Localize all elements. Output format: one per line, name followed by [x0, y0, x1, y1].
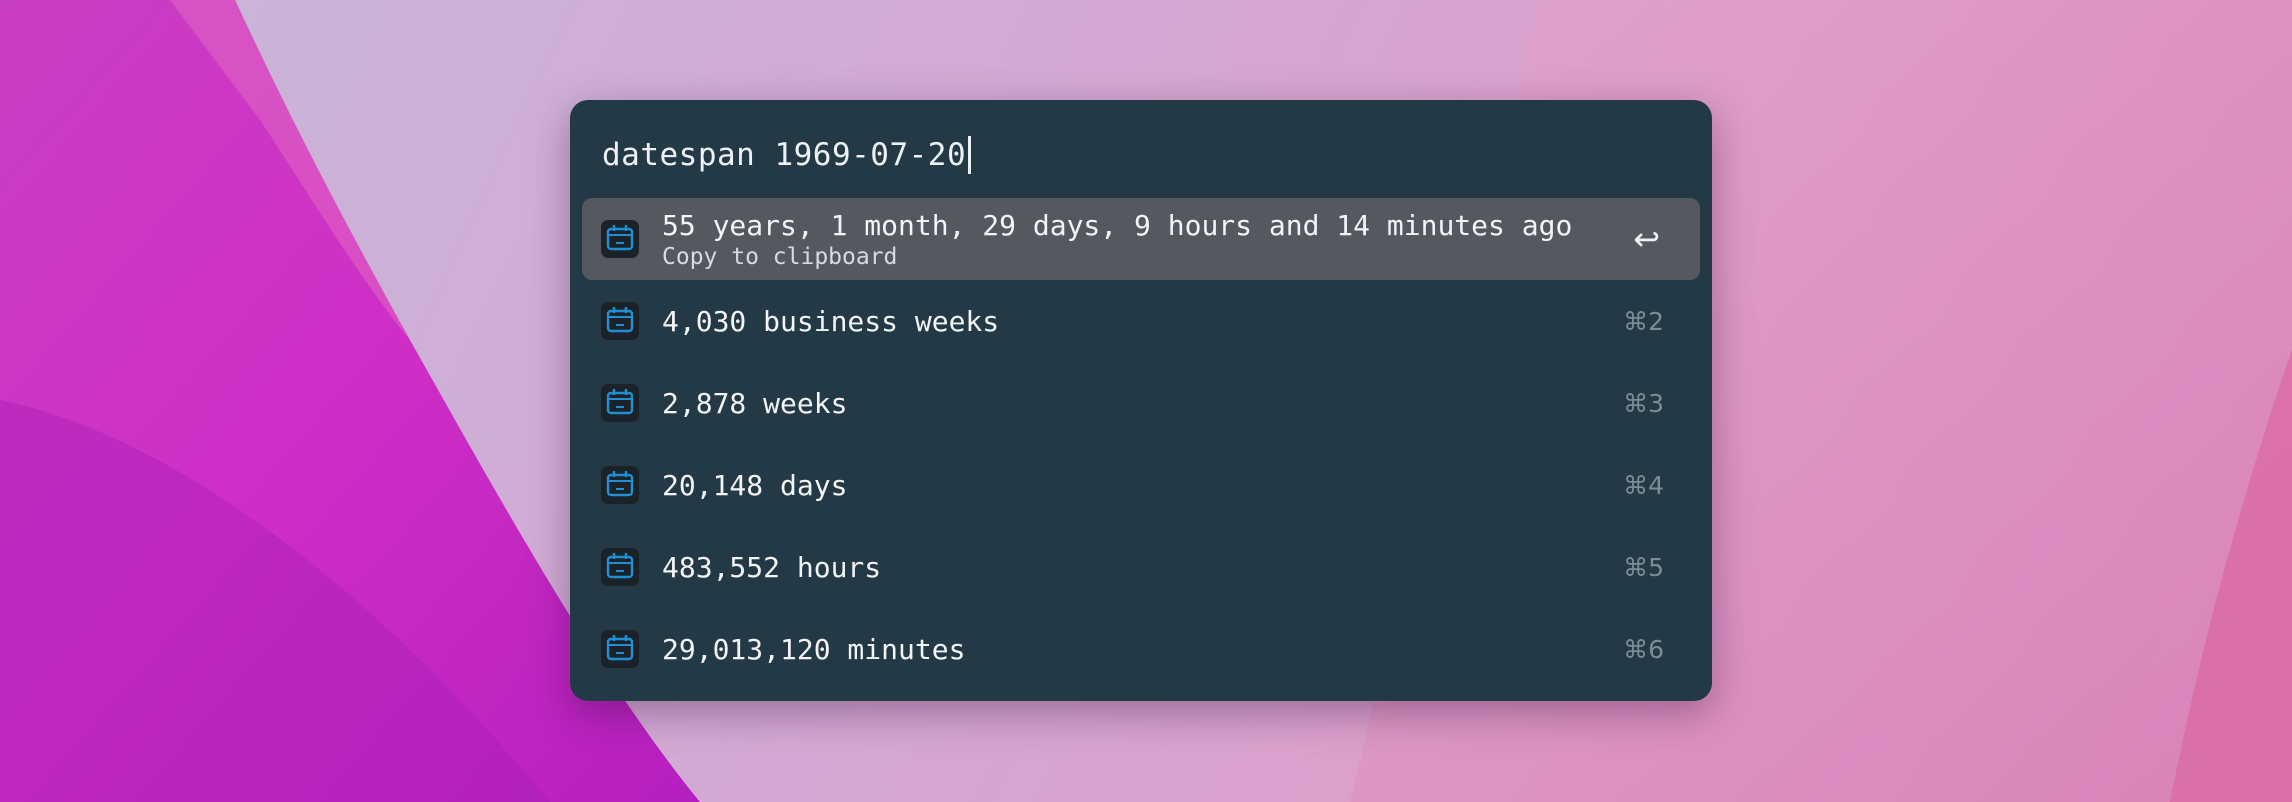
result-subtitle: Copy to clipboard — [662, 243, 898, 270]
result-title: 483,552 hours — [662, 550, 882, 584]
calendar-icon — [601, 302, 639, 340]
shortcut-hint: ⌘3 — [1623, 388, 1664, 418]
calendar-icon — [601, 548, 639, 586]
result-row[interactable]: 4,030 business weeks ⌘2 — [582, 280, 1700, 362]
calendar-icon — [601, 466, 639, 504]
calendar-icon — [601, 220, 639, 258]
result-title: 2,878 weeks — [662, 386, 848, 420]
shortcut-hint: ⌘2 — [1623, 306, 1664, 336]
result-row[interactable]: 55 years, 1 month, 29 days, 9 hours and … — [582, 198, 1700, 280]
calendar-icon — [601, 384, 639, 422]
calendar-icon — [601, 630, 639, 668]
shortcut-hint: ⌘5 — [1623, 552, 1664, 582]
result-row[interactable]: 20,148 days ⌘4 — [582, 444, 1700, 526]
result-row[interactable]: 2,878 weeks ⌘3 — [582, 362, 1700, 444]
text-caret — [968, 136, 972, 174]
launcher-panel: datespan 1969-07-20 55 years, 1 month, 2… — [570, 100, 1712, 701]
query-text: datespan 1969-07-20 — [602, 137, 967, 173]
result-title: 4,030 business weeks — [662, 304, 1000, 338]
result-row[interactable]: 29,013,120 minutes ⌘6 — [582, 608, 1700, 690]
enter-key-hint: ↩ — [1633, 220, 1660, 258]
result-row[interactable]: 483,552 hours ⌘5 — [582, 526, 1700, 608]
shortcut-hint: ⌘4 — [1623, 470, 1664, 500]
search-query-input[interactable]: datespan 1969-07-20 — [602, 130, 1682, 180]
result-title: 55 years, 1 month, 29 days, 9 hours and … — [662, 208, 1573, 242]
result-title: 29,013,120 minutes — [662, 632, 966, 666]
shortcut-hint: ⌘6 — [1623, 634, 1664, 664]
results-list: 55 years, 1 month, 29 days, 9 hours and … — [582, 198, 1700, 690]
result-title: 20,148 days — [662, 468, 848, 502]
